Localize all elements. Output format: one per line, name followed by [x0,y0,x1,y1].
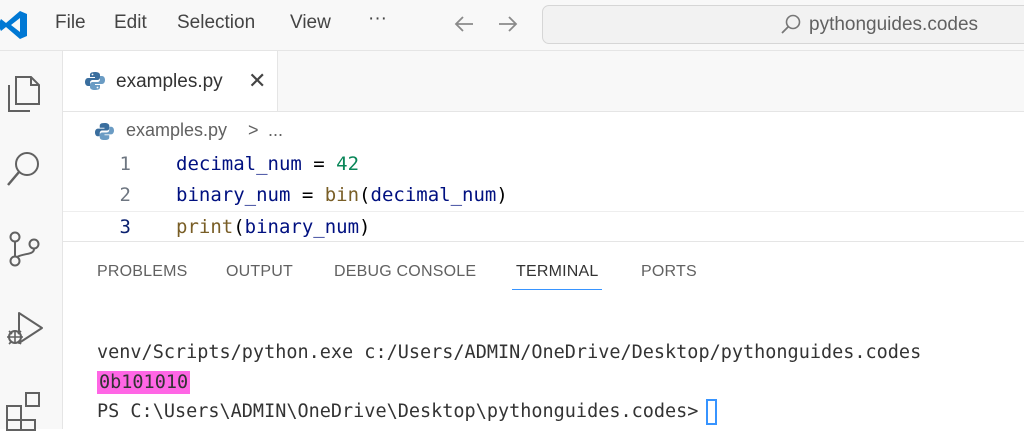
code-text: binary_num = bin(decimal_num) [176,184,508,206]
activity-bar [0,51,63,431]
code-line-current: 3 print(binary_num) [63,211,1024,242]
code-text: print(binary_num) [176,216,371,238]
vscode-logo-icon[interactable] [0,8,28,42]
python-file-icon [95,122,114,141]
terminal-prompt: PS C:\Users\ADMIN\OneDrive\Desktop\pytho… [97,401,699,422]
menu-selection[interactable]: Selection [177,12,255,34]
explorer-icon[interactable] [4,71,44,115]
line-number: 2 [119,184,131,206]
code-line: 2 binary_num = bin(decimal_num) [63,179,1024,210]
search-activity-icon[interactable] [4,147,44,191]
breadcrumb-separator: > [248,120,259,140]
code-text: decimal_num = 42 [176,153,360,175]
back-arrow-icon[interactable] [452,10,476,38]
bottom-panel: PROBLEMS OUTPUT DEBUG CONSOLE TERMINAL P… [63,241,1024,430]
command-center-search[interactable]: pythonguides.codes [542,5,1024,44]
line-number: 3 [119,216,131,238]
editor-tab-strip: examples.py ✕ [63,51,1024,112]
tab-label: examples.py [116,71,223,92]
tab-examples-py[interactable]: examples.py ✕ [63,51,278,111]
menu-edit[interactable]: Edit [114,12,147,34]
tab-terminal[interactable]: TERMINAL [516,263,599,281]
menu-file[interactable]: File [55,12,86,34]
terminal-cursor [706,399,718,425]
close-icon[interactable]: ✕ [248,70,266,92]
extensions-icon[interactable] [4,387,44,431]
active-tab-indicator [512,289,602,290]
forward-arrow-icon[interactable] [496,10,520,38]
title-bar: File Edit Selection View ··· pythonguide… [0,0,1024,51]
line-number: 1 [119,153,131,175]
source-control-icon[interactable] [4,227,44,271]
tab-problems[interactable]: PROBLEMS [97,263,188,281]
terminal-prompt-line[interactable]: PS C:\Users\ADMIN\OneDrive\Desktop\pytho… [97,399,718,425]
breadcrumb-more[interactable]: ... [268,120,283,141]
tab-debug-console[interactable]: DEBUG CONSOLE [334,263,476,281]
breadcrumb-file[interactable]: examples.py [126,120,227,141]
highlighted-output: 0b101010 [97,371,191,394]
menu-view[interactable]: View [290,12,331,34]
tab-output[interactable]: OUTPUT [226,263,293,281]
search-icon [781,14,801,34]
tab-ports[interactable]: PORTS [641,263,697,281]
python-file-icon [85,72,105,90]
terminal-command-line: venv/Scripts/python.exe c:/Users/ADMIN/O… [97,342,922,363]
menu-more-button[interactable]: ··· [368,8,387,30]
run-debug-icon[interactable] [4,307,44,351]
code-editor[interactable]: 1 decimal_num = 42 2 binary_num = bin(de… [63,145,1024,242]
code-line: 1 decimal_num = 42 [63,148,1024,179]
terminal-output-line: 0b101010 [97,371,191,394]
search-text: pythonguides.codes [809,14,979,35]
